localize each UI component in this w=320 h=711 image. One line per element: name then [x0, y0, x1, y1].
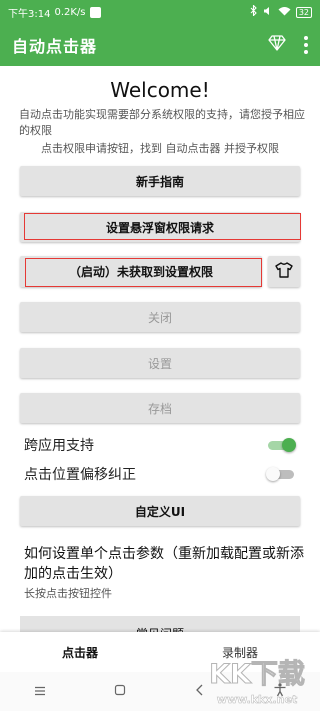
- overlay-permission-button[interactable]: 设置悬浮窗权限请求: [20, 212, 300, 242]
- diamond-icon[interactable]: [268, 35, 286, 55]
- status-time: 下午3:14: [8, 8, 51, 20]
- howto-title: 如何设置单个点击参数（重新加载配置或新添加的点击生效）: [24, 546, 304, 582]
- howto-subtitle: 长按点击按钮控件: [24, 587, 112, 600]
- offset-fix-row: 点击位置偏移纠正: [24, 464, 296, 484]
- close-button[interactable]: 关闭: [20, 302, 300, 332]
- permission-intro-text: 自动点击功能实现需要部分系统权限的支持，请您授予相应的权限: [19, 108, 305, 137]
- mute-icon: [263, 6, 273, 19]
- cross-app-switch[interactable]: [266, 438, 296, 452]
- welcome-heading: Welcome!: [110, 78, 210, 102]
- notification-app-icon: [89, 6, 101, 18]
- wifi-icon: [278, 6, 291, 19]
- settings-button[interactable]: 设置: [20, 348, 300, 378]
- system-nav-bar: [0, 672, 320, 711]
- start-button[interactable]: （启动）未获取到设置权限: [20, 256, 262, 287]
- offset-fix-label: 点击位置偏移纠正: [24, 467, 136, 483]
- app-bar: 自动点击器: [0, 24, 320, 66]
- cross-app-row: 跨应用支持: [24, 435, 296, 455]
- permission-instructions: 点击权限申请按钮，找到 自动点击器 并授予权限: [41, 142, 279, 155]
- back-nav-icon[interactable]: [180, 684, 220, 699]
- offset-fix-switch[interactable]: [266, 467, 296, 481]
- accessibility-icon[interactable]: [260, 683, 300, 700]
- tab-recorder[interactable]: 录制器: [160, 632, 320, 672]
- menu-nav-icon[interactable]: [20, 685, 60, 699]
- bluetooth-icon: [250, 4, 258, 19]
- archive-button[interactable]: 存档: [20, 393, 300, 423]
- network-speed: 0.2K/s: [54, 6, 86, 18]
- tab-clicker[interactable]: 点击器: [0, 632, 160, 672]
- custom-skin-button[interactable]: [268, 256, 300, 287]
- status-bar: 下午3:14 0.2K/s 32: [0, 0, 320, 24]
- app-title: 自动点击器: [12, 37, 98, 56]
- bottom-navigation: 点击器 录制器: [0, 632, 320, 672]
- battery-indicator: 32: [295, 6, 312, 18]
- home-nav-icon[interactable]: [100, 684, 140, 699]
- cross-app-label: 跨应用支持: [24, 438, 94, 454]
- shirt-icon: [275, 261, 293, 282]
- guide-button[interactable]: 新手指南: [20, 166, 300, 196]
- more-vert-icon[interactable]: [304, 36, 308, 54]
- custom-ui-button[interactable]: 自定义UI: [20, 496, 300, 526]
